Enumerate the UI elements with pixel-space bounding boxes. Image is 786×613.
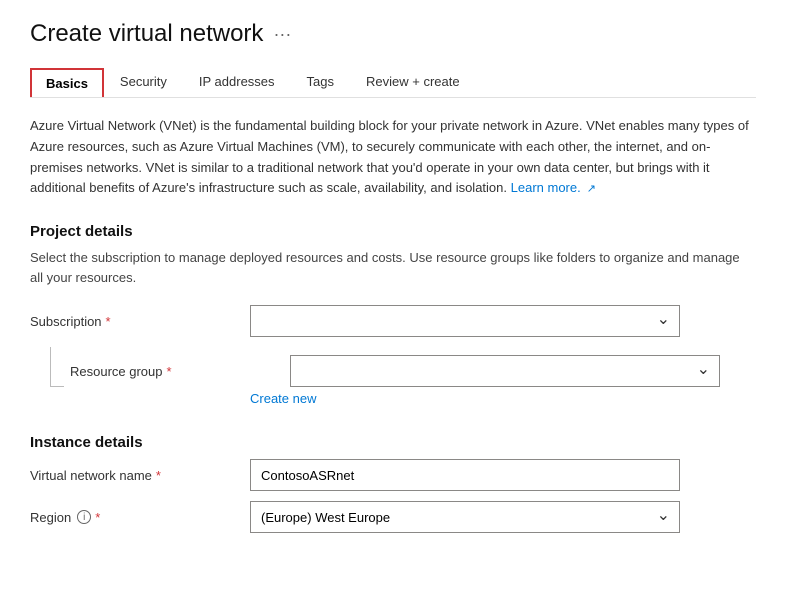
region-row: Region i * (Europe) West Europe [30, 501, 756, 533]
instance-details-title: Instance details [30, 434, 756, 451]
region-label: Region i * [30, 510, 250, 525]
resource-group-bracket-container: Resource group * [30, 347, 756, 387]
tab-security[interactable]: Security [104, 66, 183, 97]
vnet-name-required-marker: * [156, 468, 161, 483]
region-required-marker: * [95, 510, 100, 525]
subscription-row: Subscription * [30, 305, 756, 337]
project-details-description: Select the subscription to manage deploy… [30, 248, 756, 287]
resource-group-label: Resource group * [70, 364, 290, 379]
resource-group-content: Resource group * [70, 347, 756, 387]
region-info-icon[interactable]: i [77, 510, 91, 524]
project-details-title: Project details [30, 223, 756, 240]
page-header: Create virtual network ··· [30, 20, 756, 48]
virtual-network-name-label: Virtual network name * [30, 468, 250, 483]
create-new-link[interactable]: Create new [250, 391, 316, 406]
region-select[interactable]: (Europe) West Europe [250, 501, 680, 533]
more-options-icon[interactable]: ··· [273, 24, 291, 45]
resource-group-select-wrapper [290, 355, 720, 387]
tab-review-create[interactable]: Review + create [350, 66, 476, 97]
instance-details-section: Instance details Virtual network name * … [30, 434, 756, 533]
page-title: Create virtual network [30, 20, 263, 48]
region-select-wrapper: (Europe) West Europe [250, 501, 680, 533]
resource-group-required-marker: * [167, 364, 172, 379]
subscription-select[interactable] [250, 305, 680, 337]
subscription-required-marker: * [106, 314, 111, 329]
tab-bar: Basics Security IP addresses Tags Review… [30, 66, 756, 98]
subscription-select-wrapper [250, 305, 680, 337]
virtual-network-name-input-wrapper [250, 459, 680, 491]
virtual-network-name-input[interactable] [250, 459, 680, 491]
tab-basics[interactable]: Basics [30, 68, 104, 97]
subscription-label: Subscription * [30, 314, 250, 329]
tab-ip-addresses[interactable]: IP addresses [183, 66, 291, 97]
external-link-icon: ↗ [584, 183, 596, 195]
intro-description: Azure Virtual Network (VNet) is the fund… [30, 116, 750, 199]
learn-more-link[interactable]: Learn more. ↗ [511, 180, 596, 195]
project-details-section: Project details Select the subscription … [30, 223, 756, 406]
tab-tags[interactable]: Tags [291, 66, 350, 97]
bracket-line [50, 347, 64, 387]
virtual-network-name-row: Virtual network name * [30, 459, 756, 491]
resource-group-select[interactable] [290, 355, 720, 387]
